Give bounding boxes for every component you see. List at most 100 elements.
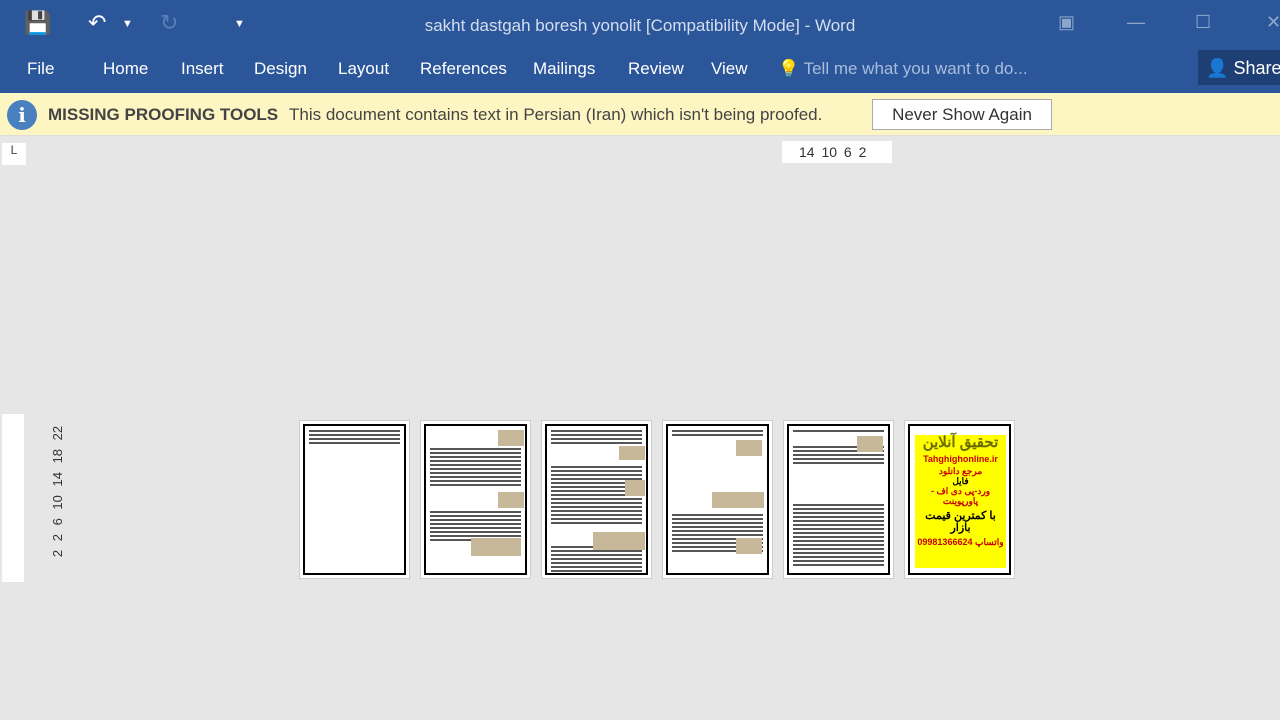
text-line	[430, 476, 521, 478]
thumbnail-image	[471, 538, 521, 556]
thumbnail-image	[498, 492, 524, 508]
thumbnail-image	[619, 446, 645, 460]
text-line	[672, 522, 763, 524]
maximize-icon[interactable]: ☐	[1195, 12, 1211, 33]
text-line	[672, 534, 763, 536]
text-line	[793, 520, 884, 522]
text-line	[430, 448, 521, 450]
text-line	[430, 527, 521, 529]
thumbnail-image	[712, 492, 764, 508]
text-line	[793, 536, 884, 538]
ad-line: تحقیق آنلاین	[922, 434, 999, 451]
info-icon: i	[7, 100, 37, 130]
page-thumbnail[interactable]	[299, 420, 410, 579]
text-line	[793, 504, 884, 506]
text-line	[672, 430, 763, 432]
ad-line: با کمترین قیمت بازار	[925, 509, 996, 535]
text-line	[430, 515, 521, 517]
page-thumbnail-ad[interactable]: تحقیق آنلاین Tahghighonline.ir مرجع دانل…	[904, 420, 1015, 579]
page-thumbnail[interactable]	[662, 420, 773, 579]
tell-me-search[interactable]: 💡 Tell me what you want to do...	[778, 59, 1028, 79]
ad-line: 09981366624 واتساپ	[917, 537, 1004, 548]
text-line	[551, 558, 642, 560]
text-line	[309, 442, 400, 444]
text-line	[430, 460, 521, 462]
message-text: This document contains text in Persian (…	[289, 105, 823, 124]
tab-references[interactable]: References	[420, 59, 507, 79]
ad-line: ورد-پی دی اف - پاورپوینت	[930, 486, 991, 507]
text-line	[551, 474, 642, 476]
text-line	[551, 438, 642, 440]
thumbnail-image	[857, 436, 883, 452]
text-line	[793, 564, 884, 566]
text-line	[551, 554, 642, 556]
tab-insert[interactable]: Insert	[181, 59, 224, 79]
never-show-again-button[interactable]: Never Show Again	[872, 99, 1052, 130]
text-line	[309, 430, 400, 432]
text-line	[793, 524, 884, 526]
text-line	[551, 522, 642, 524]
share-button[interactable]: 👤 Share	[1198, 50, 1280, 85]
tab-selector[interactable]: L	[2, 143, 26, 165]
tab-view[interactable]: View	[711, 59, 748, 79]
ribbon-tabs: File Home Insert Design Layout Reference…	[0, 50, 1280, 93]
text-line	[793, 540, 884, 542]
thumbnail-image	[625, 480, 645, 496]
text-line	[309, 438, 400, 440]
message-title: MISSING PROOFING TOOLS	[48, 105, 279, 124]
text-line	[793, 462, 884, 464]
tab-mailings[interactable]: Mailings	[533, 59, 595, 79]
share-label: Share	[1233, 58, 1280, 78]
tab-review[interactable]: Review	[628, 59, 684, 79]
close-icon[interactable]: ✕	[1266, 12, 1280, 33]
text-line	[793, 458, 884, 460]
text-line	[672, 434, 763, 436]
text-line	[672, 526, 763, 528]
tab-home[interactable]: Home	[103, 59, 148, 79]
text-line	[793, 552, 884, 554]
text-line	[551, 550, 642, 552]
text-line	[793, 548, 884, 550]
page-thumbnail[interactable]	[783, 420, 894, 579]
tell-me-text: Tell me what you want to do...	[803, 59, 1028, 78]
text-line	[551, 434, 642, 436]
text-line	[672, 514, 763, 516]
vertical-ruler[interactable]: 2 2 6 10 14 18 22	[2, 414, 65, 582]
title-bar: 💾 ↶ ▼ ↻ ▼ sakht dastgah boresh yonolit […	[0, 0, 1280, 50]
message-bar: i MISSING PROOFING TOOLS This document c…	[0, 93, 1280, 136]
horizontal-ruler[interactable]: 14 10 6 2	[782, 141, 892, 163]
text-line	[793, 508, 884, 510]
text-line	[551, 566, 642, 568]
text-line	[793, 512, 884, 514]
minimize-icon[interactable]: —	[1127, 12, 1145, 33]
tab-layout[interactable]: Layout	[338, 59, 389, 79]
text-line	[430, 452, 521, 454]
text-line	[551, 442, 642, 444]
text-line	[430, 511, 521, 513]
text-line	[672, 530, 763, 532]
text-line	[551, 502, 642, 504]
page-thumbnail[interactable]	[420, 420, 531, 579]
text-line	[551, 466, 642, 468]
lightbulb-icon: 💡	[778, 59, 800, 78]
tab-file[interactable]: File	[27, 59, 54, 79]
text-line	[309, 434, 400, 436]
text-line	[430, 531, 521, 533]
text-line	[551, 430, 642, 432]
text-line	[793, 430, 884, 432]
tab-design[interactable]: Design	[254, 59, 307, 79]
text-line	[430, 456, 521, 458]
window-title: sakht dastgah boresh yonolit [Compatibil…	[424, 16, 856, 35]
advertisement-image: تحقیق آنلاین Tahghighonline.ir مرجع دانل…	[915, 434, 1006, 568]
page-thumbnail[interactable]	[541, 420, 652, 579]
text-line	[430, 480, 521, 482]
text-line	[430, 464, 521, 466]
text-line	[551, 562, 642, 564]
text-line	[672, 518, 763, 520]
text-line	[430, 535, 521, 537]
text-line	[430, 523, 521, 525]
text-line	[793, 544, 884, 546]
ribbon-display-options-icon[interactable]: ▣	[1058, 12, 1075, 33]
thumbnail-image	[736, 440, 762, 456]
text-line	[430, 472, 521, 474]
